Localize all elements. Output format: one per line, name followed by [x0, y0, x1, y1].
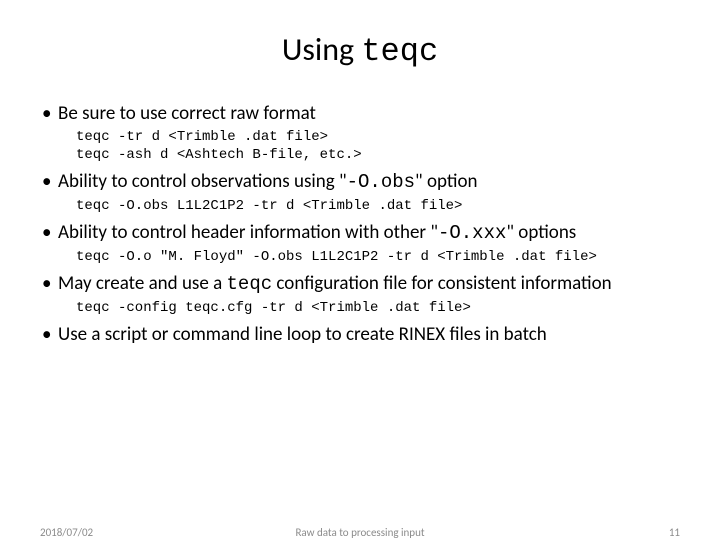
bullet-item: Be sure to use correct raw format teqc -…	[40, 102, 680, 164]
inline-code: -O.xxx	[438, 222, 506, 244]
page-number: 11	[669, 526, 680, 539]
bullet-item: Use a script or command line loop to cre…	[40, 323, 680, 347]
title-text: Using	[282, 30, 362, 69]
footer-title: Raw data to processing input	[0, 526, 720, 539]
bullet-item: Ability to control header information wi…	[40, 221, 680, 266]
bullet-list: Be sure to use correct raw format teqc -…	[40, 102, 680, 347]
bullet-text: Be sure to use correct raw format	[58, 102, 316, 125]
bullet-item: Ability to control observations using "-…	[40, 170, 680, 215]
bullet-text: " options	[506, 221, 576, 244]
code-block: teqc -O.o "M. Floyd" -O.obs L1L2C1P2 -tr…	[58, 248, 680, 266]
bullet-text: configuration file for consistent inform…	[272, 272, 612, 295]
slide: Using teqc Be sure to use correct raw fo…	[0, 0, 720, 540]
bullet-text: " option	[415, 170, 477, 193]
title-mono: teqc	[361, 33, 438, 70]
slide-title: Using teqc	[40, 30, 680, 70]
bullet-text: Ability to control header information wi…	[58, 221, 438, 244]
bullet-text: May create and use a	[58, 272, 227, 295]
bullet-item: May create and use a teqc configuration …	[40, 272, 680, 317]
inline-code: teqc	[227, 273, 273, 295]
code-block: teqc -config teqc.cfg -tr d <Trimble .da…	[58, 299, 680, 317]
inline-code: -O.obs	[347, 171, 415, 193]
code-block: teqc -tr d <Trimble .dat file> teqc -ash…	[58, 128, 680, 164]
bullet-text: Use a script or command line loop to cre…	[58, 323, 547, 346]
bullet-text: Ability to control observations using "	[58, 170, 347, 193]
code-block: teqc -O.obs L1L2C1P2 -tr d <Trimble .dat…	[58, 197, 680, 215]
